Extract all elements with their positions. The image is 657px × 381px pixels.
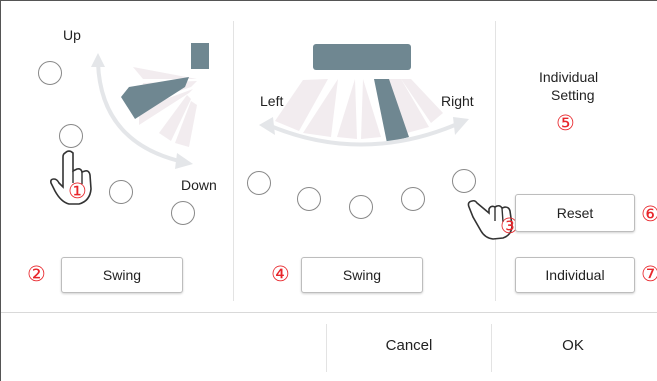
cancel-button[interactable]: Cancel <box>327 313 491 377</box>
individual-button[interactable]: Individual <box>515 257 635 293</box>
callout-7: ⑦ <box>641 262 657 286</box>
vertical-unit-block <box>191 43 209 69</box>
callout-4: ④ <box>271 262 290 286</box>
individual-setting-title-line1: Individual <box>539 69 599 85</box>
horizontal-unit-block <box>313 44 411 70</box>
vertical-fan-diagram <box>91 43 209 169</box>
callout-5: ⑤ <box>556 111 575 135</box>
horizontal-position-4[interactable] <box>401 187 425 211</box>
vertical-swing-button[interactable]: Swing <box>61 257 183 293</box>
horizontal-position-1[interactable] <box>247 171 271 195</box>
horizontal-position-2[interactable] <box>297 187 321 211</box>
individual-setting-title-line2: Setting <box>551 87 595 103</box>
horizontal-position-5[interactable] <box>452 169 476 193</box>
vertical-position-1[interactable] <box>38 61 62 85</box>
airflow-direction-dialog: Up Down ① ② Swing Left Right ③ ④ Swing I… <box>0 0 657 381</box>
reset-button[interactable]: Reset <box>515 194 635 232</box>
callout-2: ② <box>27 262 46 286</box>
right-label: Right <box>441 93 474 109</box>
horizontal-swing-button[interactable]: Swing <box>301 257 423 293</box>
column-divider-right <box>495 21 496 301</box>
vertical-position-4[interactable] <box>171 201 195 225</box>
vertical-position-3[interactable] <box>109 180 133 204</box>
horizontal-position-3[interactable] <box>349 195 373 219</box>
callout-1: ① <box>68 179 87 203</box>
callout-6: ⑥ <box>641 202 657 226</box>
horizontal-fan-diagram <box>259 44 469 147</box>
ok-button[interactable]: OK <box>492 313 654 377</box>
left-label: Left <box>260 93 284 109</box>
vertical-position-2[interactable] <box>59 124 83 148</box>
